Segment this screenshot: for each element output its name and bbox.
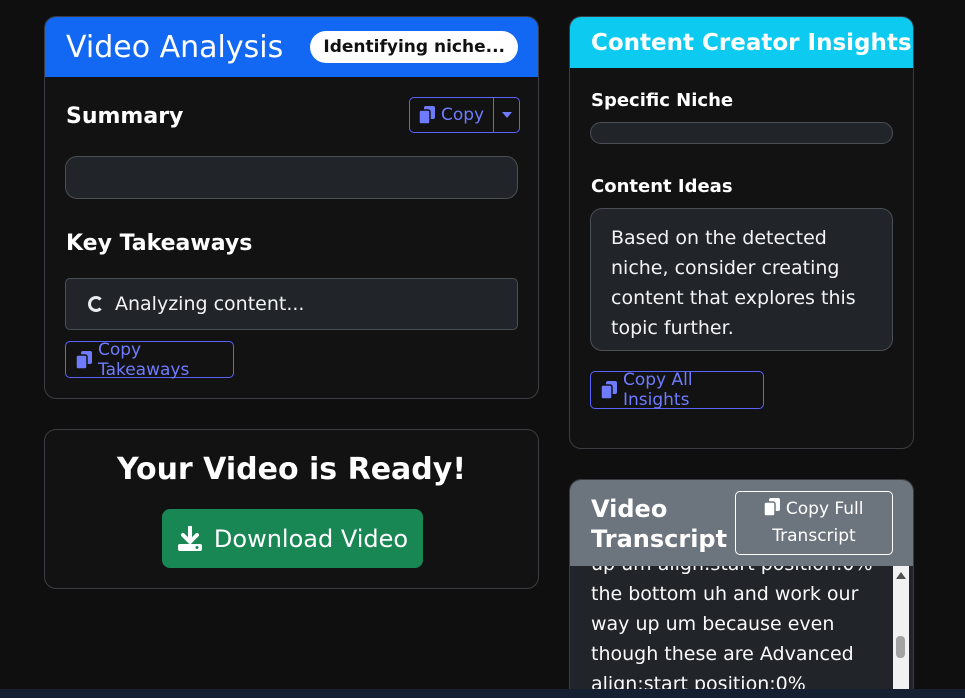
- copy-full-transcript-button[interactable]: Copy Full Transcript: [735, 491, 893, 555]
- key-takeaways-box: Analyzing content...: [65, 278, 518, 330]
- transcript-header: Video Transcript Copy Full Transcript: [570, 480, 913, 566]
- copy-full-label-line2: Transcript: [772, 526, 856, 546]
- copy-icon: [601, 381, 617, 399]
- copy-takeaways-button[interactable]: Copy Takeaways: [65, 339, 234, 380]
- copy-icon: [419, 106, 435, 124]
- transcript-scrollbar[interactable]: [893, 566, 909, 698]
- specific-niche-box: [590, 122, 893, 144]
- scroll-up-icon[interactable]: [896, 572, 906, 579]
- copy-icon: [764, 498, 781, 516]
- copy-summary-button[interactable]: Copy: [410, 98, 493, 132]
- transcript-title: Video Transcript: [591, 495, 728, 553]
- spinner-icon: [88, 296, 104, 312]
- insights-header: Content Creator Insights: [570, 17, 913, 68]
- content-ideas-text: Based on the detected niche, consider cr…: [611, 227, 856, 339]
- copy-icon: [76, 350, 92, 369]
- video-analysis-card: Video Analysis Identifying niche... Summ…: [44, 16, 539, 399]
- analyzing-status-text: Analyzing content...: [115, 293, 305, 315]
- video-analysis-header: Video Analysis Identifying niche...: [45, 17, 538, 77]
- summary-box: [65, 156, 518, 199]
- video-transcript-card: Video Transcript Copy Full Transcript up…: [569, 479, 914, 698]
- video-ready-heading: Your Video is Ready!: [116, 452, 466, 487]
- copy-all-insights-button[interactable]: Copy All Insights: [590, 370, 764, 410]
- download-video-button[interactable]: Download Video: [162, 509, 423, 568]
- specific-niche-label: Specific Niche: [591, 90, 734, 111]
- copy-options-dropdown[interactable]: [493, 98, 519, 132]
- key-takeaways-heading: Key Takeaways: [66, 231, 253, 256]
- download-video-label: Download Video: [213, 524, 409, 553]
- scrollbar-thumb[interactable]: [896, 636, 905, 658]
- content-creator-insights-card: Content Creator Insights Specific Niche …: [569, 16, 914, 449]
- copy-full-label-line1: Copy Full: [785, 499, 864, 519]
- bottom-edge-strip: [0, 689, 965, 698]
- status-badge: Identifying niche...: [310, 31, 518, 63]
- copy-button-group: Copy: [409, 97, 521, 133]
- copy-summary-label: Copy: [441, 105, 485, 125]
- transcript-scroll-area[interactable]: up um align:start position:0% the bottom…: [570, 566, 913, 698]
- insights-title: Content Creator Insights: [591, 29, 912, 56]
- content-ideas-box: Based on the detected niche, consider cr…: [590, 208, 893, 351]
- transcript-text: up um align:start position:0% the bottom…: [591, 566, 873, 695]
- video-ready-card: Your Video is Ready! Download Video: [44, 429, 539, 589]
- caret-down-icon: [501, 112, 512, 118]
- content-ideas-label: Content Ideas: [591, 176, 733, 197]
- copy-all-insights-label: Copy All Insights: [623, 370, 693, 410]
- copy-takeaways-label: Copy Takeaways: [98, 339, 190, 380]
- summary-heading: Summary: [66, 104, 184, 129]
- video-analysis-title: Video Analysis: [66, 29, 284, 65]
- download-icon: [177, 525, 203, 552]
